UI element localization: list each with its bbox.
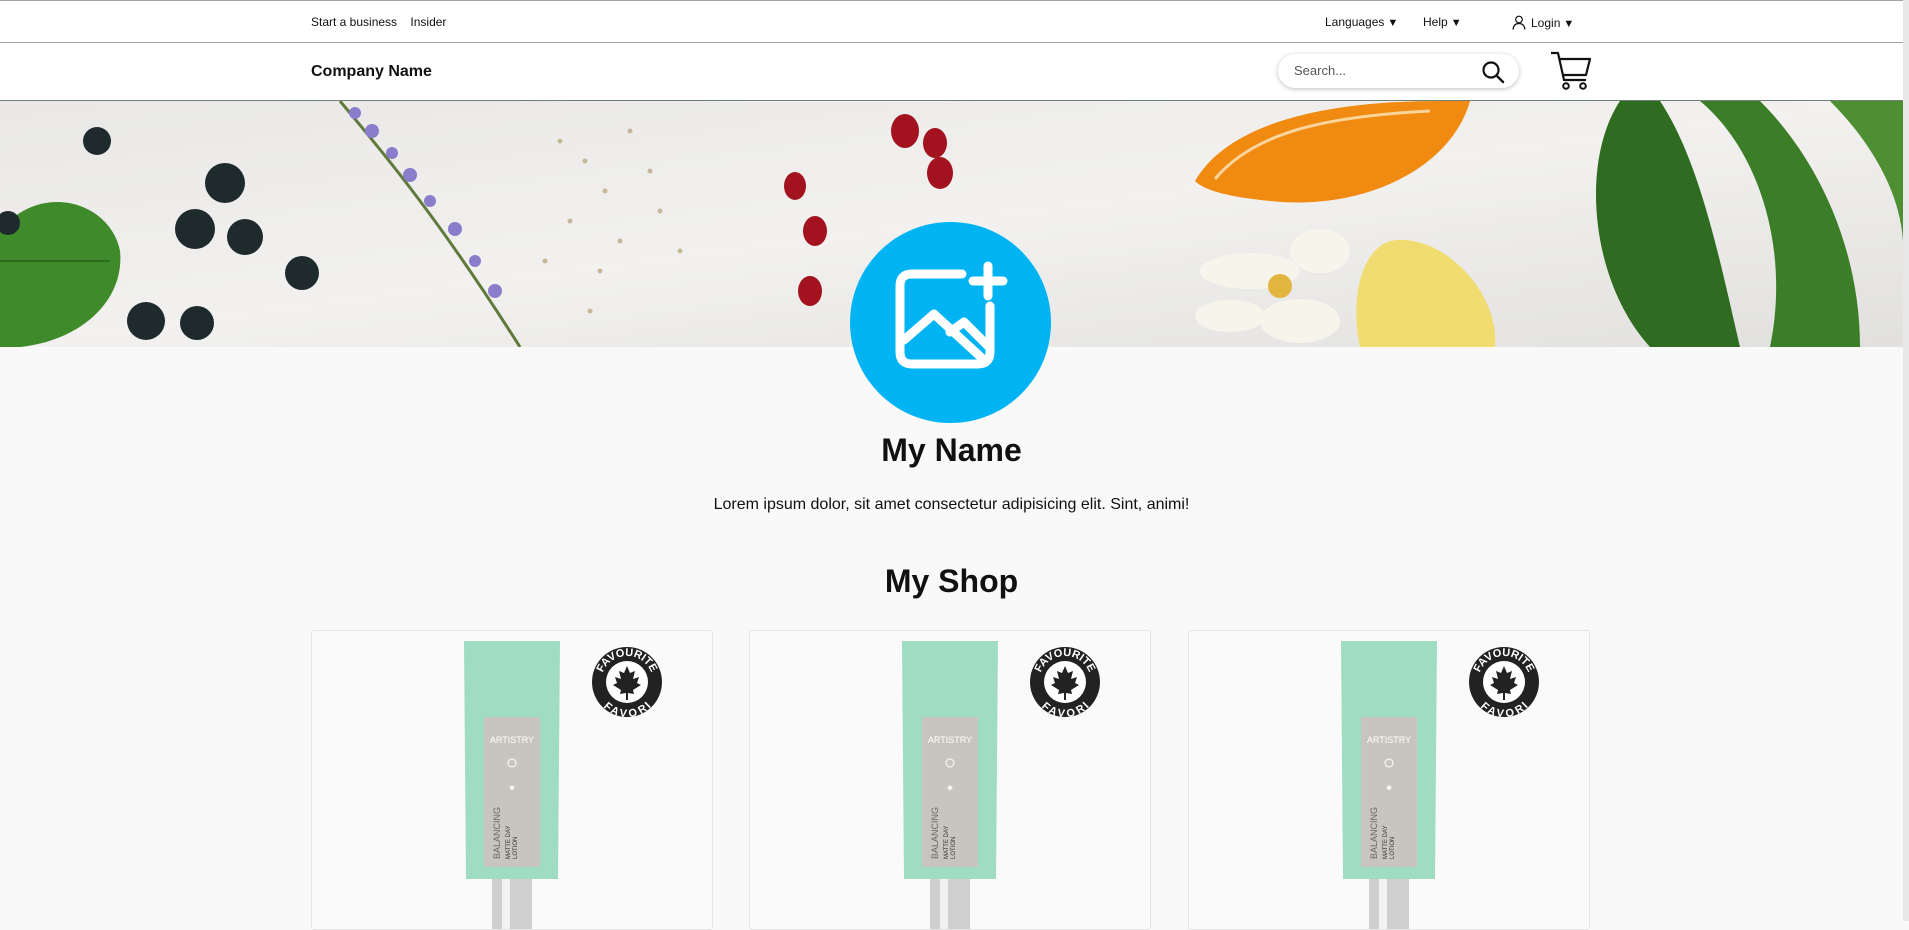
help-label: Help [1423, 15, 1448, 29]
login-label: Login [1531, 16, 1561, 30]
cart-icon[interactable] [1550, 50, 1592, 92]
svg-text:✷: ✷ [1385, 783, 1393, 793]
languages-label: Languages [1325, 15, 1385, 29]
product-line-3: LOTION [1390, 837, 1396, 859]
svg-text:✷: ✷ [508, 783, 516, 793]
product-brand: ARTISTRY [928, 735, 972, 745]
page: Start a business Insider Languages ▼ Help… [0, 0, 1903, 930]
profile-avatar-upload[interactable] [850, 222, 1051, 423]
product-line-1: BALANCING [930, 807, 940, 859]
search-box [1278, 54, 1519, 88]
company-name[interactable]: Company Name [311, 63, 432, 81]
search-icon[interactable] [1481, 60, 1505, 84]
product-card[interactable]: ARTISTRY ✷ BALANCING MATTE DAY LOTION FA… [749, 630, 1151, 930]
product-line-3: LOTION [513, 837, 519, 859]
product-card[interactable]: ARTISTRY ✷ BALANCING MATTE DAY LOTION FA… [1188, 630, 1590, 930]
product-tube-image: ARTISTRY ✷ BALANCING MATTE DAY LOTION [1341, 641, 1437, 929]
insider-link[interactable]: Insider [410, 15, 446, 29]
login-menu[interactable]: Login ▼ [1512, 15, 1574, 30]
product-brand: ARTISTRY [490, 735, 534, 745]
product-tube-image: ARTISTRY ✷ BALANCING MATTE DAY LOTION [902, 641, 998, 929]
product-line-1: BALANCING [492, 807, 502, 859]
product-line-2: MATTE DAY [944, 826, 950, 859]
product-tube-image: ARTISTRY ✷ BALANCING MATTE DAY LOTION [464, 641, 560, 929]
top-utility-bar: Start a business Insider Languages ▼ Help… [0, 0, 1903, 43]
languages-menu[interactable]: Languages ▼ [1325, 15, 1398, 29]
product-card[interactable]: ARTISTRY ✷ BALANCING MATTE DAY LOTION FA… [311, 630, 713, 930]
site-header: Company Name [0, 43, 1903, 101]
chevron-down-icon: ▼ [1387, 17, 1399, 29]
product-line-2: MATTE DAY [506, 826, 512, 859]
chevron-down-icon: ▼ [1563, 18, 1575, 30]
svg-text:✷: ✷ [946, 783, 954, 793]
product-line-2: MATTE DAY [1383, 826, 1389, 859]
add-image-icon [895, 261, 1008, 369]
favourite-badge: FAVOURITE FAVORI [592, 647, 662, 718]
product-line-1: BALANCING [1369, 807, 1379, 859]
help-menu[interactable]: Help ▼ [1423, 15, 1462, 29]
profile-name: My Name [881, 432, 1022, 468]
shop-title: My Shop [884, 563, 1019, 599]
search-input[interactable] [1292, 62, 1476, 79]
topbar-links: Start a business Insider [311, 15, 456, 29]
product-brand: ARTISTRY [1367, 735, 1411, 745]
page-scrollbar[interactable] [1903, 0, 1909, 921]
chevron-down-icon: ▼ [1450, 17, 1462, 29]
product-line-3: LOTION [951, 837, 957, 859]
profile-bio: Lorem ipsum dolor, sit amet consectetur … [713, 496, 1190, 513]
user-icon [1512, 15, 1526, 30]
start-business-link[interactable]: Start a business [311, 15, 397, 29]
favourite-badge: FAVOURITE FAVORI [1030, 647, 1100, 718]
favourite-badge: FAVOURITE FAVORI [1469, 647, 1539, 718]
